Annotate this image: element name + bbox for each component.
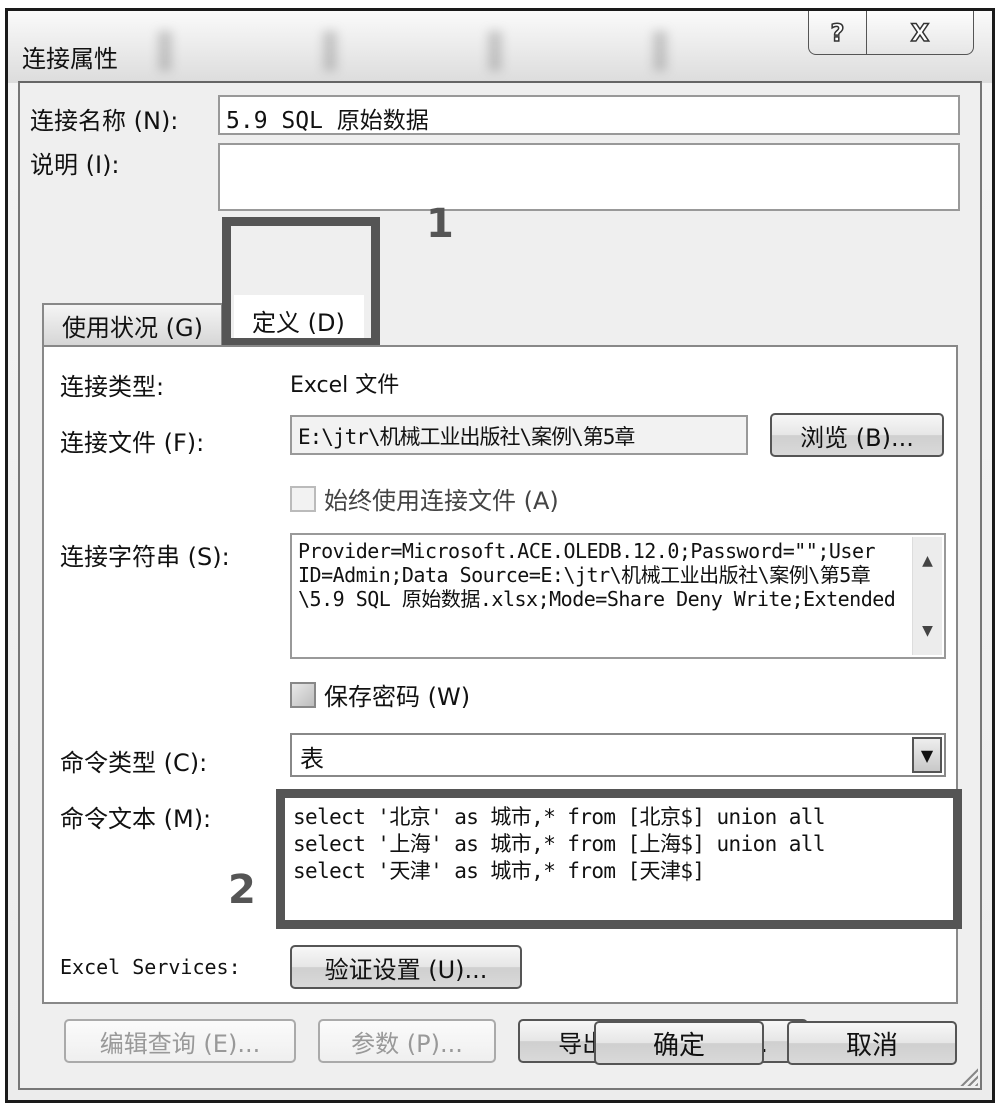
- connection-name-label: 连接名称 (N):: [30, 107, 179, 135]
- excel-services-label: Excel Services:: [60, 955, 241, 979]
- chevron-down-icon[interactable]: ▼: [912, 737, 942, 773]
- save-password-label: 保存密码 (W): [324, 683, 471, 711]
- scroll-down-icon[interactable]: ▼: [922, 619, 933, 643]
- tab-usage-label: 使用状况 (G): [62, 313, 203, 342]
- connection-string-textarea[interactable]: Provider=Microsoft.ACE.OLEDB.12.0;Passwo…: [290, 533, 946, 659]
- tab-definition[interactable]: 定义 (D): [234, 295, 364, 345]
- always-use-file-checkbox[interactable]: [290, 485, 316, 512]
- parameters-button[interactable]: 参数 (P)...: [318, 1019, 496, 1063]
- help-icon: ?: [830, 18, 845, 48]
- command-text-label: 命令文本 (M):: [60, 805, 212, 833]
- command-text-textarea[interactable]: select '北京' as 城市,* from [北京$] union all…: [285, 798, 953, 920]
- connection-type-value: Excel 文件: [290, 373, 400, 398]
- connection-string-text: Provider=Microsoft.ACE.OLEDB.12.0;Passwo…: [298, 539, 896, 611]
- help-button[interactable]: ?: [809, 11, 867, 54]
- ok-button[interactable]: 确定: [594, 1021, 764, 1065]
- browse-button[interactable]: 浏览 (B)...: [770, 413, 944, 457]
- tab-usage[interactable]: 使用状况 (G): [42, 303, 223, 345]
- title-bar[interactable]: 连接属性 ? X: [8, 11, 992, 83]
- always-use-file-checkbox-row[interactable]: 始终使用连接文件 (A): [290, 481, 559, 516]
- close-icon: X: [910, 18, 930, 48]
- dialog-body: 连接名称 (N): 5.9 SQL 原始数据 说明 (I): 使用状况 (G) …: [18, 81, 982, 1090]
- save-password-checkbox[interactable]: [290, 681, 316, 708]
- annotation-number-2: 2: [228, 867, 256, 913]
- command-type-select[interactable]: 表 ▼: [290, 733, 946, 777]
- definition-panel: 连接类型: Excel 文件 连接文件 (F): E:\jtr\机械工业出版社\…: [42, 345, 962, 1063]
- annotation-box-1-top: [222, 217, 380, 291]
- description-input[interactable]: [218, 143, 960, 211]
- description-label: 说明 (I):: [30, 151, 120, 179]
- scroll-up-icon[interactable]: ▲: [922, 549, 933, 573]
- always-use-file-label: 始终使用连接文件 (A): [324, 487, 559, 515]
- save-password-checkbox-row[interactable]: 保存密码 (W): [290, 677, 470, 712]
- cancel-button[interactable]: 取消: [787, 1021, 957, 1065]
- connection-string-label: 连接字符串 (S):: [60, 543, 230, 571]
- connection-file-input[interactable]: E:\jtr\机械工业出版社\案例\第5章: [290, 415, 748, 455]
- connection-file-label: 连接文件 (F):: [60, 429, 205, 457]
- caption-buttons: ? X: [808, 11, 974, 55]
- tab-definition-label: 定义 (D): [252, 308, 345, 337]
- connection-properties-dialog: 连接属性 ? X 连接名称 (N): 5.9 SQL 原始数据 说明 (I): …: [5, 8, 995, 1103]
- dialog-title: 连接属性: [22, 45, 118, 73]
- close-button[interactable]: X: [867, 11, 973, 54]
- auth-settings-button[interactable]: 验证设置 (U)...: [290, 945, 522, 989]
- connection-type-label: 连接类型:: [60, 373, 165, 401]
- annotation-number-1: 1: [426, 201, 454, 247]
- command-type-label: 命令类型 (C):: [60, 749, 208, 777]
- command-type-value: 表: [300, 745, 324, 773]
- edit-query-button[interactable]: 编辑查询 (E)...: [64, 1019, 296, 1063]
- connection-string-scrollbar[interactable]: ▲ ▼: [912, 537, 942, 655]
- resize-grip-icon[interactable]: [960, 1068, 978, 1086]
- connection-name-input[interactable]: 5.9 SQL 原始数据: [218, 95, 960, 135]
